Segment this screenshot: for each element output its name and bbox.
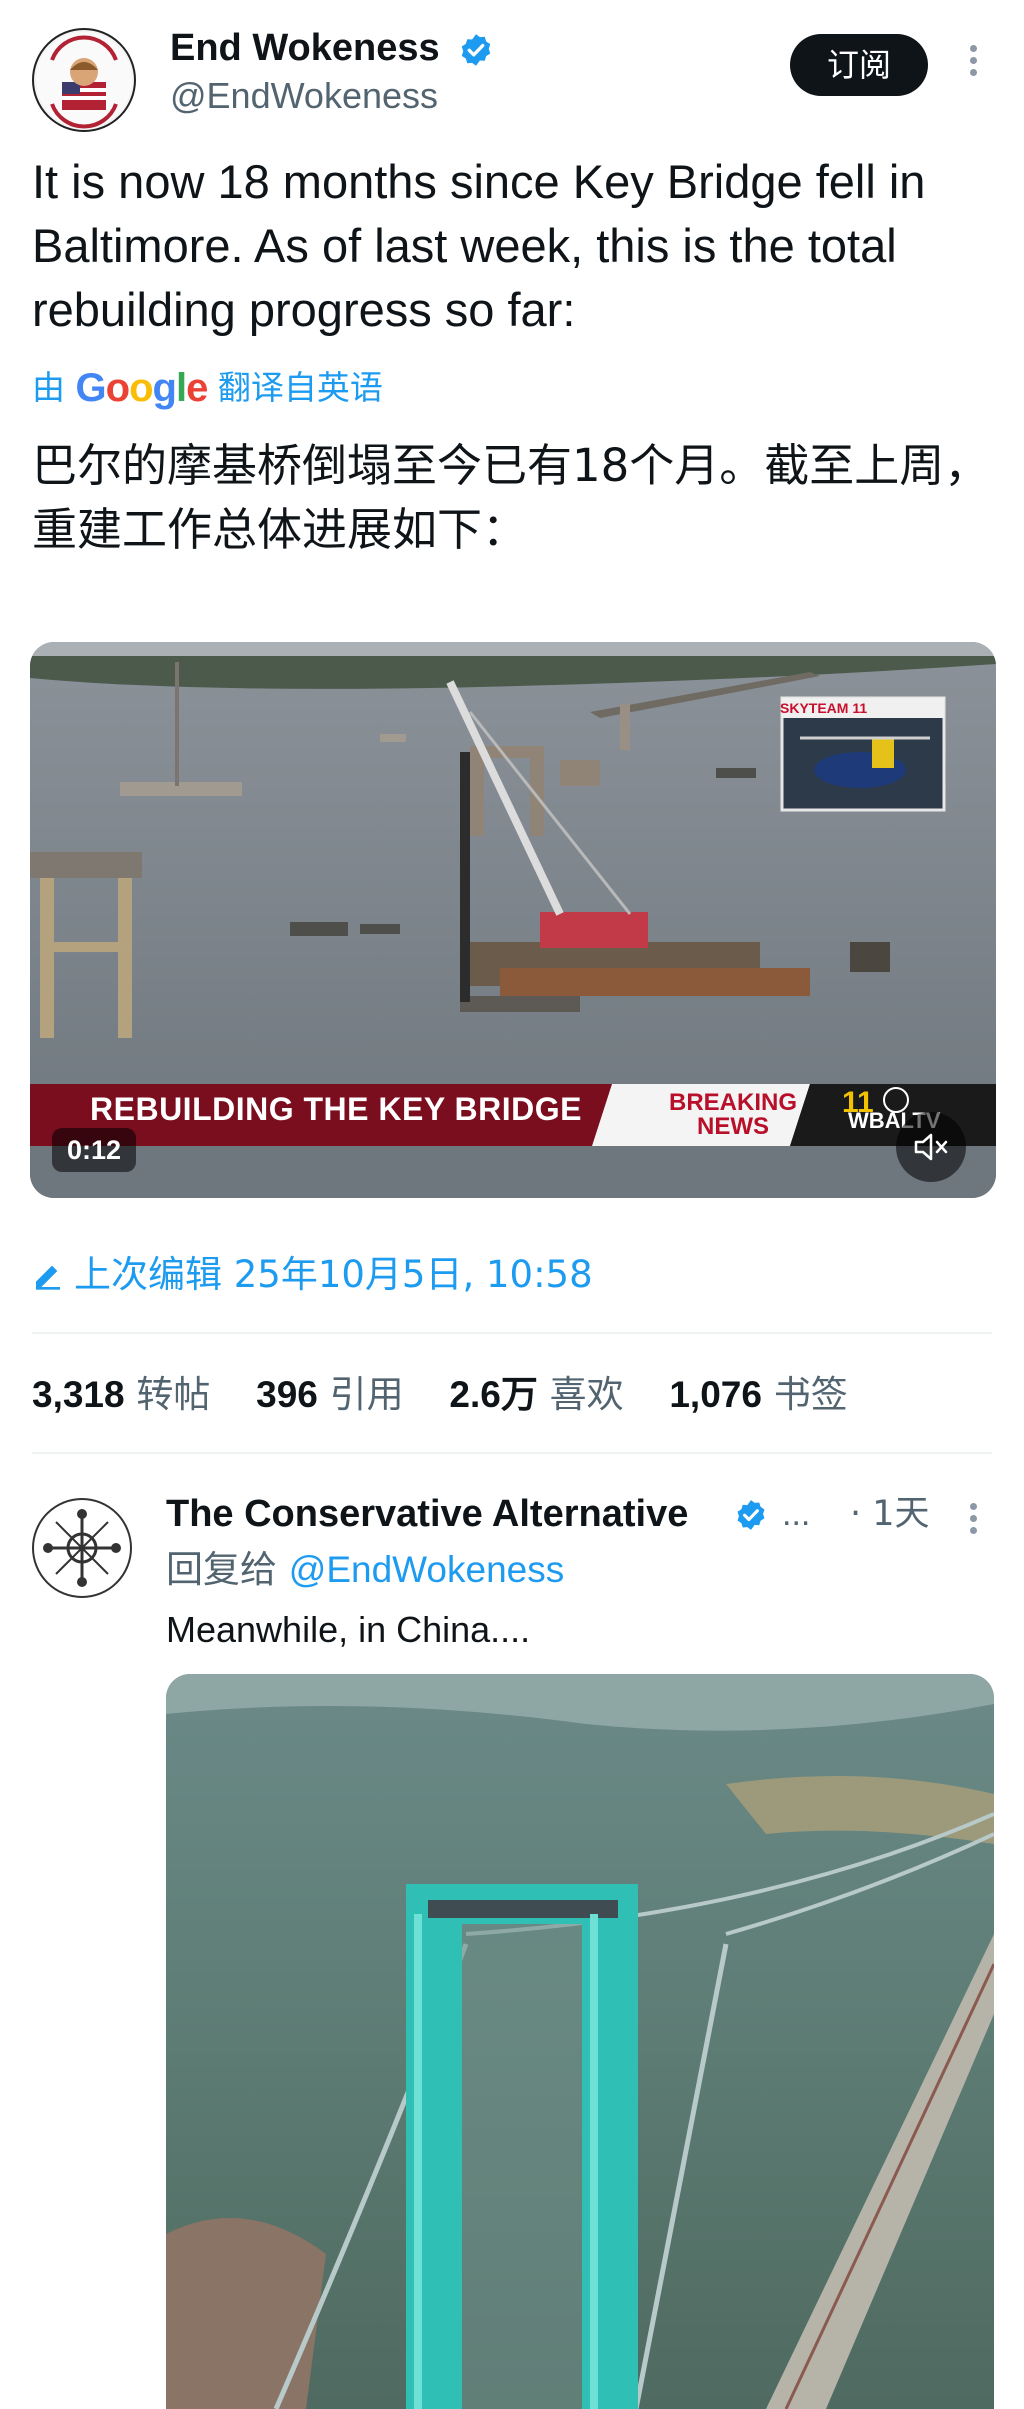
author-handle[interactable]: @EndWokeness [170, 74, 438, 118]
reposts-stat[interactable]: 3,318 转帖 [32, 1373, 244, 1416]
translation-attribution[interactable]: 由 Google 翻译自英语 [32, 366, 383, 410]
likes-count: 2.6万 [449, 1374, 538, 1415]
divider [32, 1452, 992, 1454]
replying-to: 回复给 @EndWokeness [166, 1546, 564, 1594]
verified-badge-icon [461, 34, 491, 66]
reply-video[interactable] [166, 1674, 994, 2409]
mute-icon[interactable] [896, 1112, 966, 1182]
video-duration: 0:12 [52, 1128, 136, 1172]
bookmarks-count: 1,076 [669, 1374, 762, 1415]
tweet-text: It is now 18 months since Key Bridge fel… [32, 155, 926, 336]
author-avatar[interactable] [32, 28, 136, 132]
more-options-icon[interactable] [958, 1498, 988, 1548]
reply-author-name[interactable]: The Conservative Alternative [166, 1490, 688, 1538]
edited-text: 上次编辑 25年10月5日, 10:58 [74, 1253, 593, 1296]
likes-label: 喜欢 [549, 1373, 624, 1416]
edit-pencil-icon [36, 1265, 60, 1290]
subscribe-button[interactable]: 订阅 [790, 34, 928, 96]
quotes-label: 引用 [329, 1373, 404, 1416]
breaking-line-1: BREAKING [668, 1089, 797, 1116]
bookmarks-stat[interactable]: 1,076 书签 [669, 1373, 881, 1416]
edited-timestamp[interactable]: 上次编辑 25年10月5日, 10:58 [32, 1250, 593, 1300]
likes-stat[interactable]: 2.6万 喜欢 [449, 1373, 657, 1416]
verified-badge-icon [737, 1500, 765, 1530]
reply-mention-link[interactable]: @EndWokeness [289, 1549, 564, 1590]
video-inset-label: SKYTEAM 11 [780, 700, 868, 716]
divider [32, 1332, 992, 1334]
tweet-video[interactable]: 11 SKYTEAM 11 REBUILDING THE KEY BRIDGE … [30, 642, 996, 1198]
reply-author-avatar[interactable] [32, 1498, 132, 1598]
author-name[interactable]: End Wokeness [170, 24, 440, 72]
translated-text: 巴尔的摩基桥倒塌至今已有18个月。截至上周，重建工作总体进展如下： [32, 439, 990, 556]
video-breaking-news: BREAKING NEWS [642, 1091, 824, 1139]
video-lower-third: REBUILDING THE KEY BRIDGE [90, 1091, 582, 1127]
reposts-count: 3,318 [32, 1374, 125, 1415]
reposts-label: 转帖 [136, 1373, 211, 1416]
reply-timestamp[interactable]: · 1天 [850, 1490, 930, 1538]
engagement-stats: 3,318 转帖 396 引用 2.6万 喜欢 1,076 书签 [32, 1370, 882, 1420]
quotes-stat[interactable]: 396 引用 [256, 1373, 438, 1416]
translate-suffix: 翻译自英语 [217, 368, 383, 407]
quotes-count: 396 [256, 1374, 318, 1415]
translate-prefix: 由 [32, 368, 65, 407]
video-frame-suspension-bridge [166, 1674, 994, 2409]
reply-text: Meanwhile, in China.... [166, 1609, 531, 1650]
google-logo: Google [75, 366, 209, 410]
reply-name-ellipsis: ... [782, 1495, 811, 1533]
breaking-line-2: NEWS [697, 1113, 769, 1140]
bookmarks-label: 书签 [773, 1373, 848, 1416]
reply-prefix: 回复给 [166, 1548, 277, 1591]
more-options-icon[interactable] [958, 40, 988, 90]
